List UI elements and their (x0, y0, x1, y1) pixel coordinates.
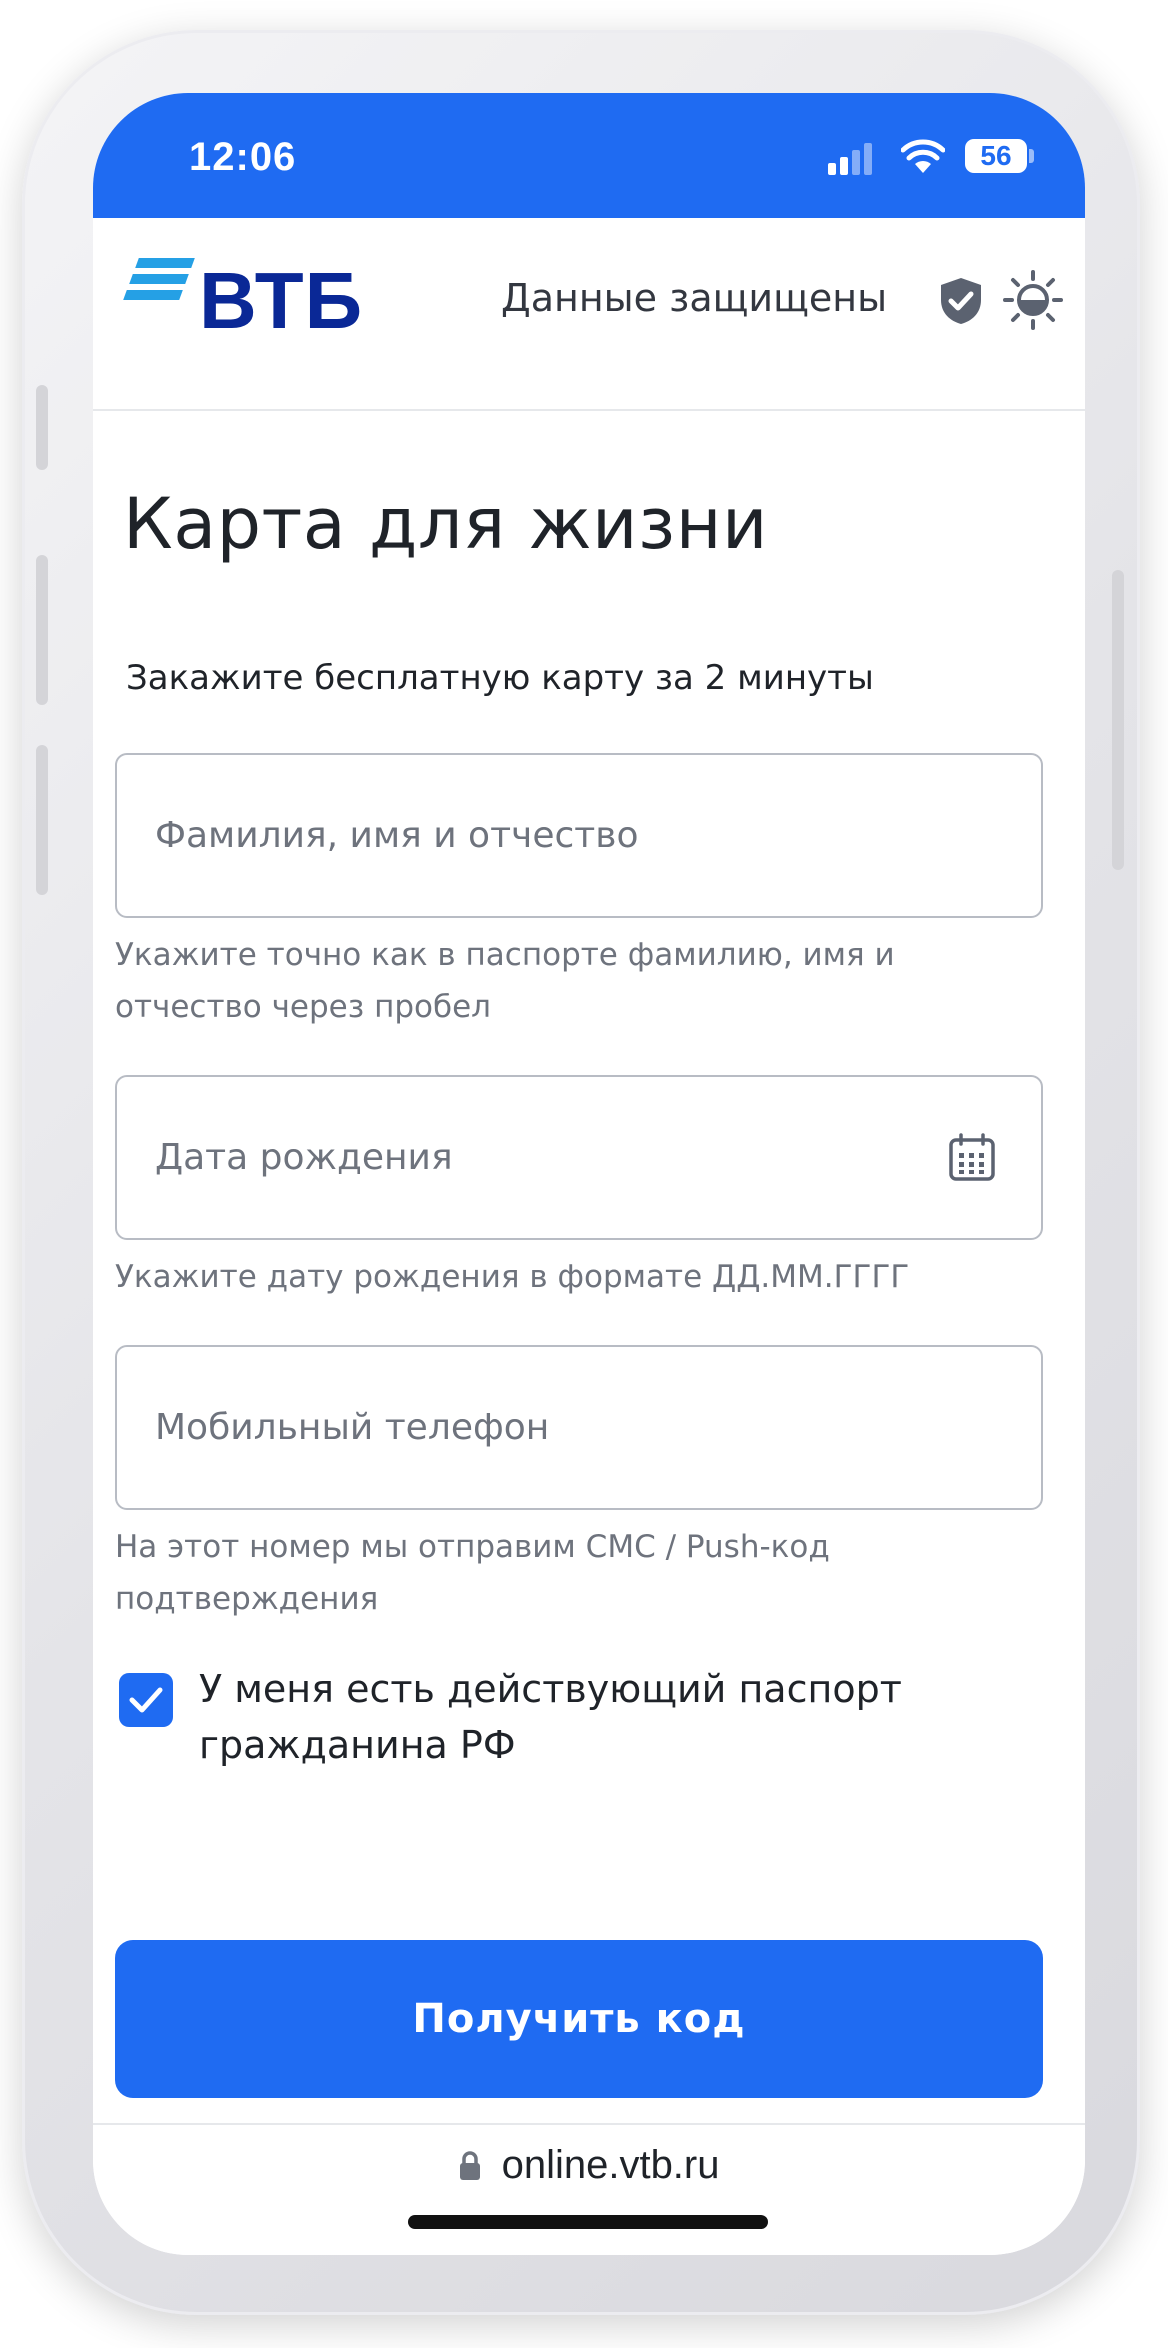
theme-toggle-icon[interactable] (1001, 268, 1065, 332)
logo-text: ВТБ (199, 256, 364, 345)
wifi-icon (901, 139, 945, 173)
status-time: 12:06 (189, 135, 297, 179)
browser-url-bar[interactable]: online.vtb.ru (93, 2123, 1085, 2255)
battery-tip (1029, 149, 1034, 163)
logo-stripes-icon (123, 256, 195, 304)
get-code-button[interactable]: Получить код (115, 1940, 1043, 2098)
page-title: Карта для жизни (123, 483, 768, 565)
phone-hint: На этот номер мы отправим СМС / Push-код… (115, 1529, 830, 1617)
phone-input[interactable] (155, 1397, 935, 1457)
birth-date-input[interactable] (155, 1127, 935, 1187)
calendar-icon[interactable] (947, 1133, 997, 1183)
url-row[interactable]: online.vtb.ru (93, 2143, 1085, 2188)
phone-field[interactable] (115, 1345, 1043, 1510)
volume-up-button (36, 555, 48, 705)
full-name-input[interactable] (155, 805, 935, 865)
passport-checkbox-label[interactable]: У меня есть действующий паспорт граждани… (199, 1661, 999, 1773)
birth-date-field[interactable] (115, 1075, 1043, 1240)
battery-icon: 56 (965, 139, 1027, 173)
shield-check-icon (941, 278, 981, 324)
passport-checkbox[interactable] (119, 1673, 173, 1727)
vtb-logo[interactable]: ВТБ (123, 256, 363, 346)
birth-date-hint: Укажите дату рождения в формате ДД.ММ.ГГ… (115, 1259, 910, 1295)
status-bar: 12:06 56 (93, 93, 1085, 218)
battery-level: 56 (980, 140, 1012, 171)
mute-switch (36, 385, 48, 470)
page-subtitle: Закажите бесплатную карту за 2 минуты (126, 658, 874, 698)
full-name-field[interactable] (115, 753, 1043, 918)
device-screen: 12:06 56 ВТБ Данные защищены Карта для ж… (93, 93, 1085, 2255)
site-header: ВТБ Данные защищены (93, 218, 1085, 411)
home-indicator[interactable] (408, 2215, 768, 2229)
volume-down-button (36, 745, 48, 895)
lock-icon (460, 2150, 481, 2180)
url-text: online.vtb.ru (501, 2143, 720, 2187)
checkmark-icon (129, 1687, 163, 1713)
full-name-hint: Укажите точно как в паспорте фамилию, им… (115, 937, 895, 1025)
secure-label: Данные защищены (501, 276, 888, 320)
cellular-signal-icon (828, 143, 878, 175)
power-button (1112, 570, 1124, 870)
